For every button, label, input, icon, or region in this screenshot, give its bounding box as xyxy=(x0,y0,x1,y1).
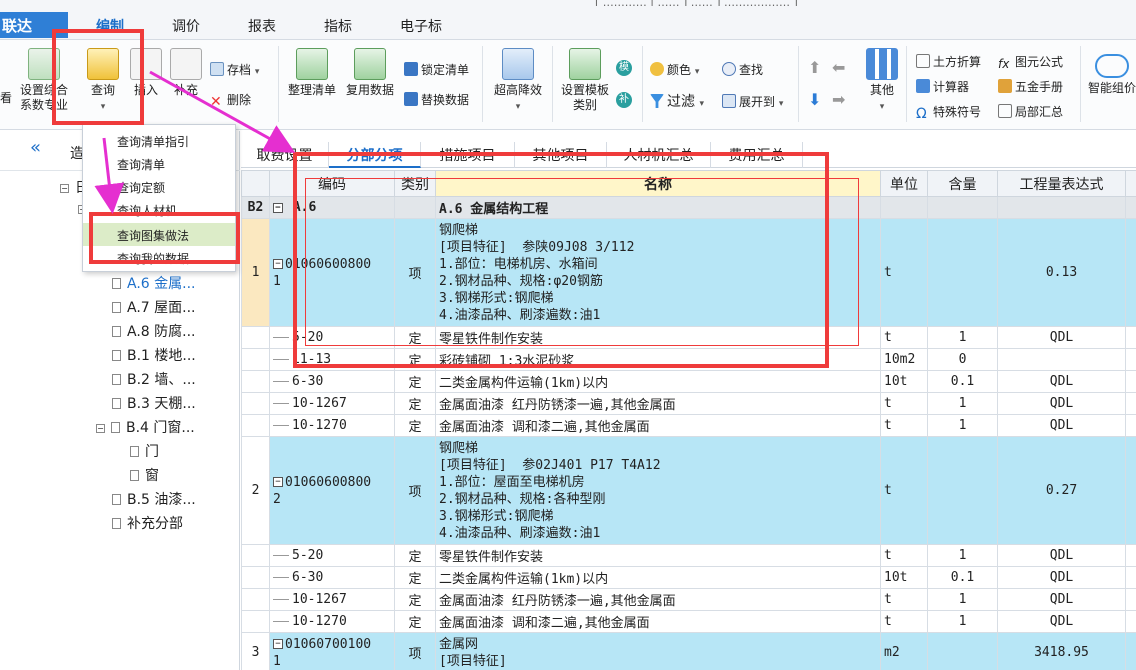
arrow-to-atlas xyxy=(94,137,125,214)
arrow-to-grid xyxy=(149,70,296,153)
app-window: 联达 编制 调价 报表 指标 电子标 [ ………… | …… ] …… ] ……… xyxy=(0,0,1136,670)
annotation-arrows xyxy=(94,70,296,214)
